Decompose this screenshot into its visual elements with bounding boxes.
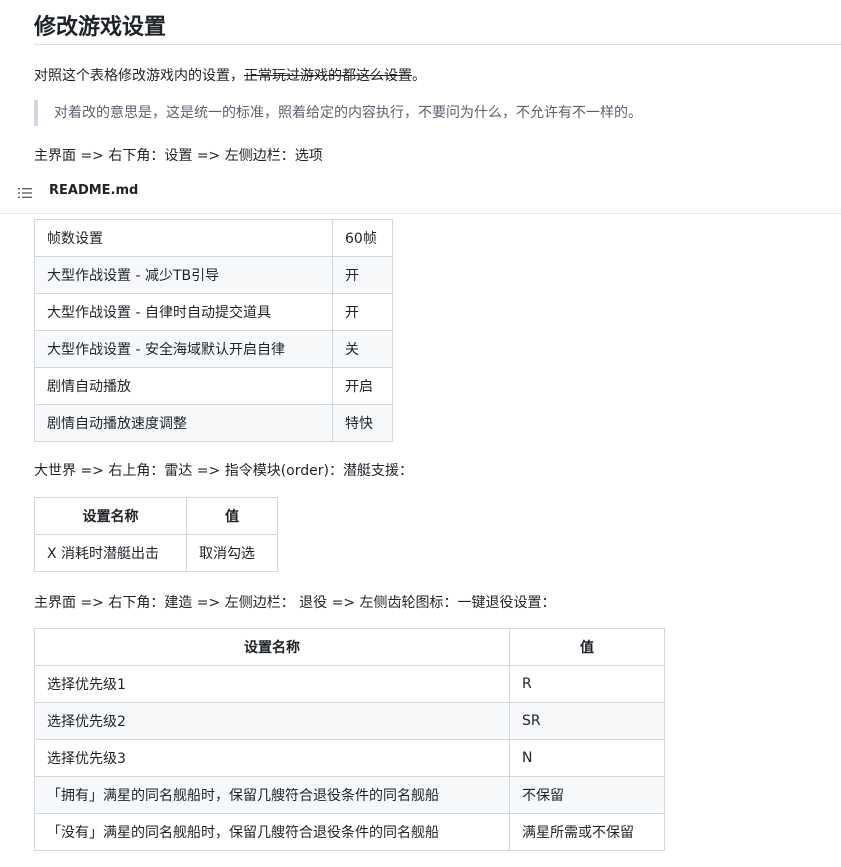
settings-table-1: 帧数设置 60帧 大型作战设置 - 减少TB引导开大型作战设置 - 自律时自动提交道… [34,219,393,442]
setting-value-cell: 取消勾选 [186,534,278,572]
setting-name-cell: 剧情自动播放 [34,367,333,405]
blockquote: 对着改的意思是，这是统一的标准，照着给定的内容执行，不要问为什么，不允许有不一样… [34,100,642,126]
setting-name-cell: 「没有」满星的同名舰船时，保留几艘符合退役条件的同名舰船 [34,813,510,851]
setting-value-cell: SR [509,702,665,740]
column-header-name: 设置名称 [34,497,187,535]
table-row: 选择优先级3 N [34,739,665,777]
table-row: 「没有」满星的同名舰船时，保留几艘符合退役条件的同名舰船 满星所需或不保留 [34,813,665,851]
settings-table-2: 设置名称 值 X 消耗时潜艇出击 取消勾选 [34,497,278,572]
setting-name-cell: 大型作战设置 - 安全海域默认开启自律 [34,330,333,368]
setting-value-cell: 不保留 [509,776,665,814]
setting-name-cell: X 消耗时潜艇出击 [34,534,187,572]
setting-name-cell: 帧数设置 [34,219,333,257]
table-row: 大型作战设置 - 减少TB引导开 [34,256,393,294]
page-title: 修改游戏设置 [34,15,167,40]
setting-value-cell: 满星所需或不保留 [509,813,665,851]
setting-name-cell: 选择优先级2 [34,702,510,740]
table-row: 选择优先级2 SR [34,702,665,740]
setting-value-cell: N [509,739,665,777]
settings-path-3: 主界面 => 右下角：建造 => 左侧边栏： 退役 => 左侧齿轮图标：一键退役… [34,595,556,611]
intro-text-end: 。 [412,68,426,84]
table-row: 选择优先级1 R [34,665,665,703]
table-row: X 消耗时潜艇出击 取消勾选 [34,534,278,572]
table-row: 剧情自动播放速度调整 特快 [34,404,393,442]
column-header-value: 值 [509,628,665,666]
file-name[interactable]: README.md [49,183,138,198]
setting-value-cell: 60帧 [332,219,393,257]
setting-value-cell: 开 [332,293,393,331]
setting-name-cell: 大型作战设置 - 减少TB引导 [34,256,333,294]
setting-value-cell: 开启 [332,367,393,405]
intro-text: 对照这个表格修改游戏内的设置， [34,68,244,84]
title-divider [34,44,841,45]
setting-value-cell: 开 [332,256,393,294]
settings-table-3: 设置名称 值 选择优先级1 R 选择优先级2 SR 选择优先级3 N 「拥有」满星的同名舰船… [34,628,665,851]
setting-name-cell: 选择优先级1 [34,665,510,703]
setting-value-cell: 关 [332,330,393,368]
setting-name-cell: 「拥有」满星的同名舰船时，保留几艘符合退役条件的同名舰船 [34,776,510,814]
intro-strikethrough-text: 正常玩过游戏的都这么设置 [244,68,412,84]
table-row: 大型作战设置 - 自律时自动提交道具开 [34,293,393,331]
file-header-bar: README.md [0,176,841,214]
column-header-name: 设置名称 [34,628,510,666]
setting-value-cell: 特快 [332,404,393,442]
setting-name-cell: 选择优先级3 [34,739,510,777]
setting-name-cell: 大型作战设置 - 自律时自动提交道具 [34,293,333,331]
table-row: 帧数设置 60帧 [34,219,393,257]
table-header-row: 设置名称 值 [34,628,665,666]
table-header-row: 设置名称 值 [34,497,278,535]
table-row: 大型作战设置 - 安全海域默认开启自律关 [34,330,393,368]
list-icon[interactable] [17,185,33,201]
intro-paragraph: 对照这个表格修改游戏内的设置，正常玩过游戏的都这么设置。 [34,65,426,85]
table-row: 剧情自动播放 开启 [34,367,393,405]
column-header-value: 值 [186,497,278,535]
table-row: 「拥有」满星的同名舰船时，保留几艘符合退役条件的同名舰船 不保留 [34,776,665,814]
setting-value-cell: R [509,665,665,703]
settings-path-1: 主界面 => 右下角：设置 => 左侧边栏：选项 [34,148,323,164]
setting-name-cell: 剧情自动播放速度调整 [34,404,333,442]
settings-path-2: 大世界 => 右上角：雷达 => 指令模块(order)：潜艇支援： [34,463,413,479]
